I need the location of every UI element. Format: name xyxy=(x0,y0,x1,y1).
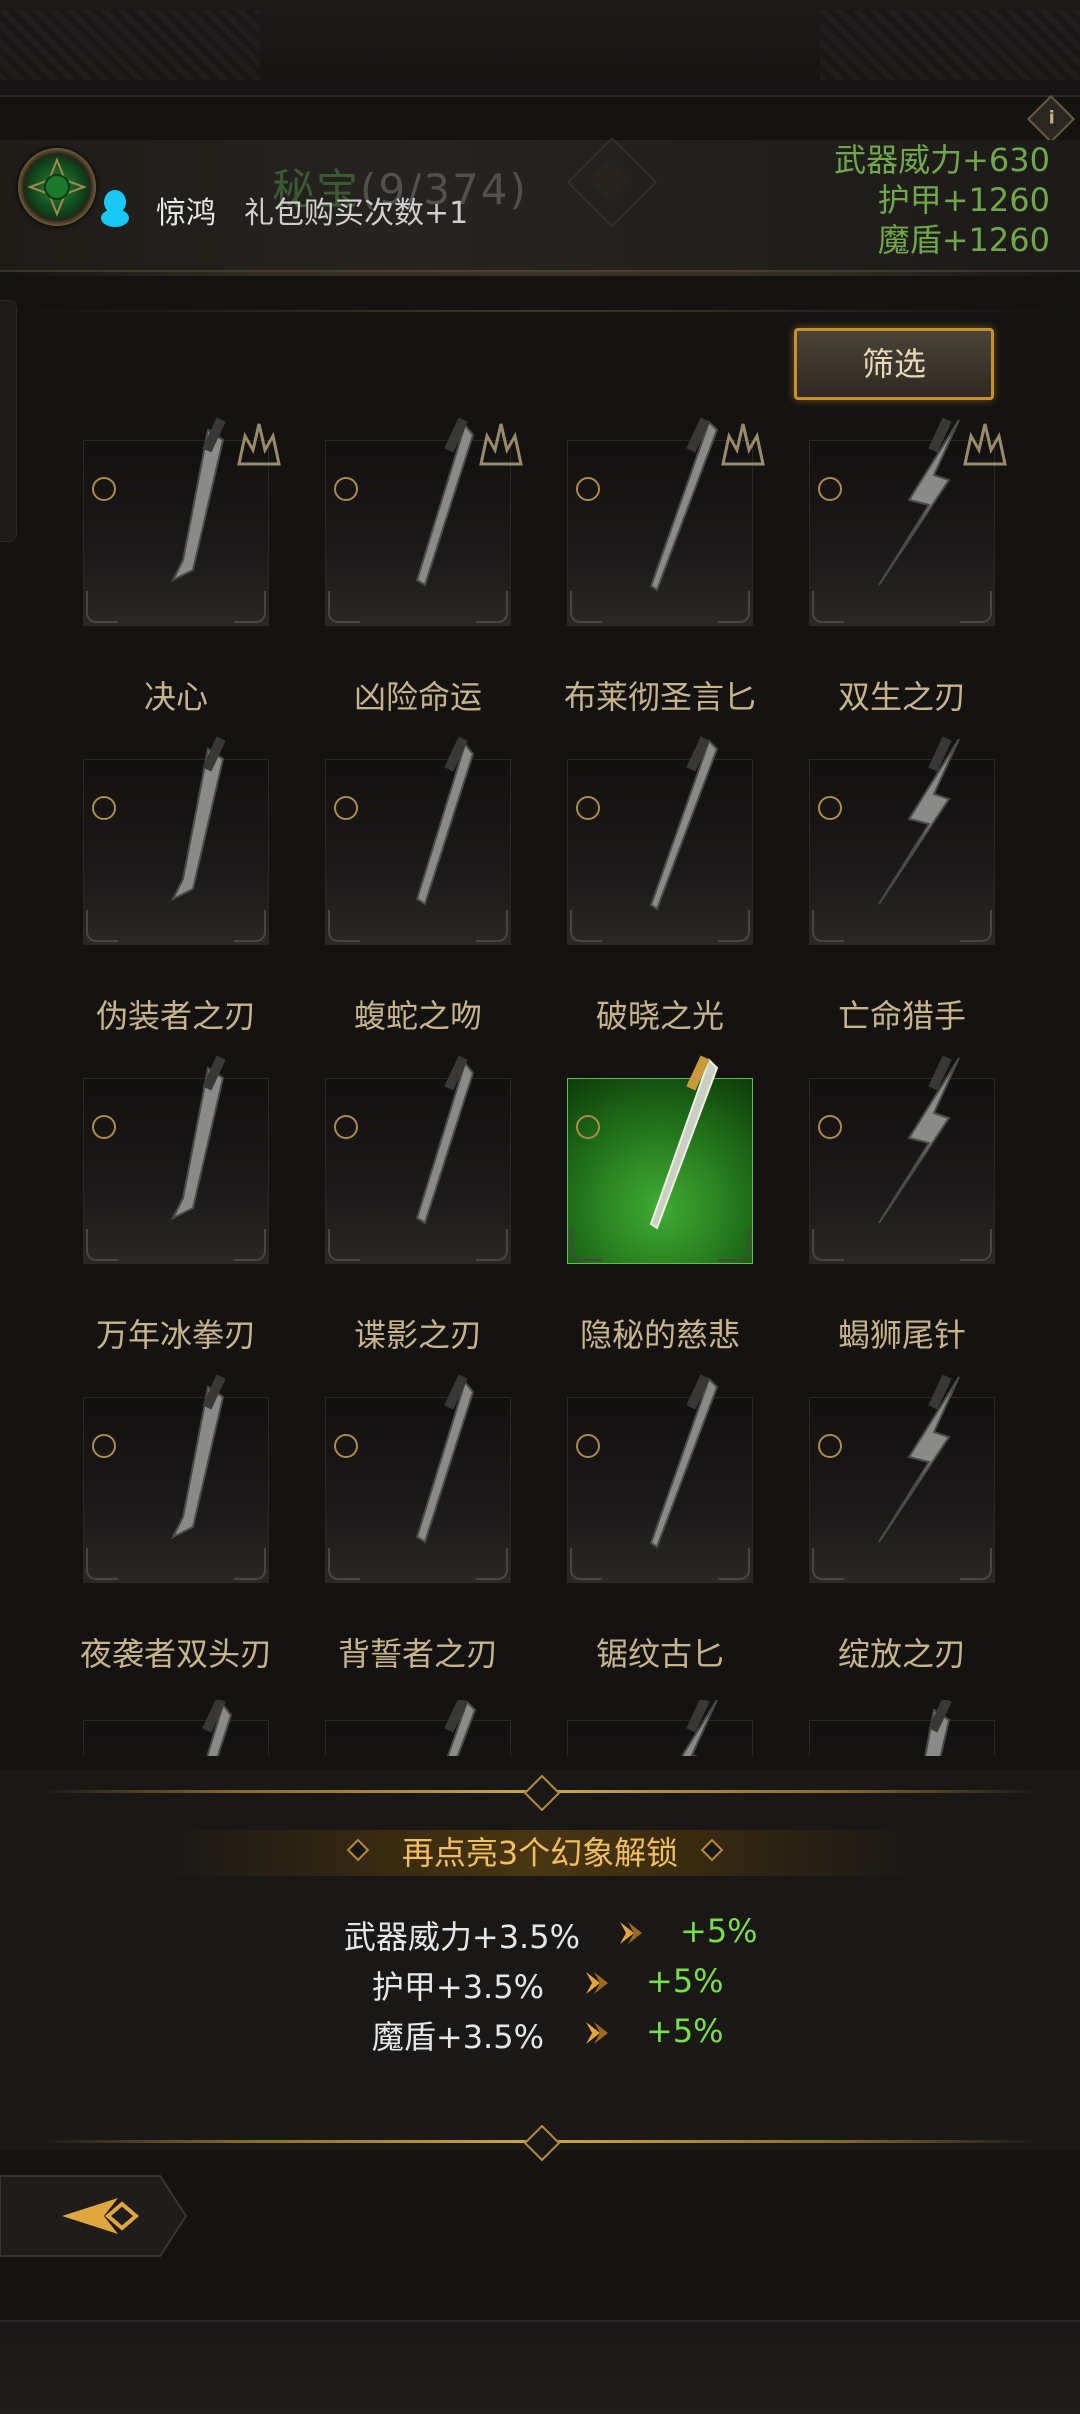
bonus-next: +5% xyxy=(680,1912,758,1950)
info-icon[interactable]: i xyxy=(1026,94,1076,144)
dagger-icon xyxy=(444,1700,477,1756)
filter-button[interactable]: 筛选 xyxy=(794,328,994,400)
item-name: 凶险命运 xyxy=(353,678,482,716)
bottom-frame xyxy=(0,2320,1080,2414)
stat-weapon-power: 武器威力+630 xyxy=(834,141,1050,179)
rank-badge-icon xyxy=(237,423,281,466)
unlock-panel xyxy=(0,1770,1080,2150)
dagger-icon xyxy=(202,1700,233,1756)
rank-badge-icon xyxy=(479,423,523,466)
item-name: 背誓者之刃 xyxy=(337,1635,498,1673)
dagger-icon xyxy=(680,1700,718,1756)
bonus-row: 魔盾+3.5% +5% xyxy=(0,2012,1080,2058)
divider xyxy=(10,310,1070,312)
upgrade-arrow-icon xyxy=(586,1972,608,1994)
item-name: 谍影之刃 xyxy=(353,1316,482,1354)
item-name: 锯纹古匕 xyxy=(595,1635,724,1673)
frame-ornament xyxy=(0,10,260,80)
dagger-icon xyxy=(415,736,475,906)
qq-avatar-icon xyxy=(101,190,129,227)
item-name: 破晓之光 xyxy=(595,997,724,1035)
item-name: 夜袭者双头刃 xyxy=(79,1635,272,1673)
dagger-icon xyxy=(649,1055,719,1230)
dagger-icon xyxy=(170,1374,226,1540)
total-stats: 武器威力+630 护甲+1260 魔盾+1260 xyxy=(834,140,1050,260)
bonus-row: 护甲+3.5% +5% xyxy=(0,1962,1080,2008)
item-name: 蝮蛇之吻 xyxy=(353,997,482,1035)
dagger-icon xyxy=(170,1055,226,1221)
bonus-next: +5% xyxy=(646,1962,724,2000)
upgrade-arrow-icon xyxy=(586,2022,608,2044)
item-name: 双生之刃 xyxy=(837,678,966,716)
dagger-icon xyxy=(170,736,226,902)
top-frame xyxy=(0,0,1080,97)
upgrade-arrow-icon xyxy=(620,1922,642,1944)
bonus-row: 武器威力+3.5% +5% xyxy=(0,1912,1080,1958)
item-name: 亡命猎手 xyxy=(837,997,966,1035)
back-button[interactable] xyxy=(0,2170,190,2262)
stat-armor: 护甲+1260 xyxy=(877,181,1050,219)
chat-username: 惊鸿 xyxy=(156,196,216,231)
dagger-icon xyxy=(415,1055,475,1225)
stat-magic-shield: 魔盾+1260 xyxy=(877,221,1050,259)
bonus-current: 魔盾+3.5% xyxy=(371,2018,544,2056)
crest-leaf-icon xyxy=(27,157,87,217)
item-name: 绽放之刃 xyxy=(837,1635,966,1673)
bonus-next: +5% xyxy=(646,2012,724,2050)
bonus-current: 武器威力+3.5% xyxy=(343,1918,580,1956)
dagger-icon xyxy=(649,736,719,911)
item-name: 万年冰拳刃 xyxy=(95,1316,256,1354)
item-name: 布莱彻圣言匕 xyxy=(563,678,756,716)
partial-row xyxy=(0,1700,1080,1756)
frame-ornament xyxy=(820,10,1080,80)
dagger-icon xyxy=(649,1374,719,1549)
dagger-icon xyxy=(924,1700,952,1756)
rank-badge-icon xyxy=(721,423,765,466)
dagger-icon xyxy=(415,1374,475,1544)
item-name: 隐秘的慈悲 xyxy=(579,1316,740,1354)
rank-badge-icon xyxy=(963,423,1007,466)
dagger-icon xyxy=(878,1374,960,1543)
bonus-current: 护甲+3.5% xyxy=(371,1968,544,2006)
chat-message: 礼包购买次数+1 xyxy=(244,196,469,231)
dagger-icon xyxy=(878,736,960,905)
dagger-icon xyxy=(878,1055,960,1224)
item-name: 蝎狮尾针 xyxy=(837,1316,966,1354)
item-name: 伪装者之刃 xyxy=(95,997,256,1035)
side-drawer-handle[interactable] xyxy=(0,300,17,542)
item-name: 决心 xyxy=(143,678,208,716)
unlock-hint: 再点亮3个幻象解锁 xyxy=(401,1834,679,1872)
